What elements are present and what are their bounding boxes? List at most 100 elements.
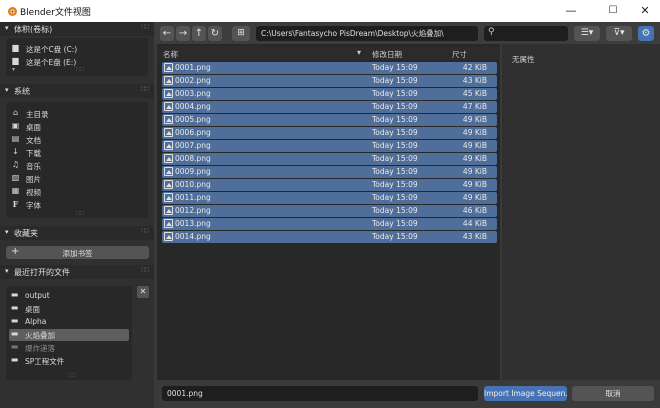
file-name: 0001.png	[175, 63, 211, 72]
file-row[interactable]: 0007.png Today 15:09 49 KiB	[162, 140, 497, 152]
image-file-icon	[164, 232, 173, 241]
recent-item-missing[interactable]: ▬ 爆炸递落	[9, 342, 129, 354]
search-icon: ⚲	[488, 27, 495, 37]
sidebar: ▾ 体积(卷标) ∷∷ ▆ 这是个C盘 (C:) ▆ 这是个E盘 (E:) ▾ ∷∷…	[0, 22, 154, 408]
folder-icon: ▬	[10, 355, 19, 364]
file-name: 0008.png	[175, 154, 211, 163]
forward-button[interactable]: →	[176, 26, 190, 41]
system-item-label: 下载	[26, 149, 41, 158]
filename-input[interactable]: 0001.png	[162, 386, 478, 401]
file-size: 45 KiB	[462, 89, 487, 98]
cancel-button[interactable]: 取消	[572, 386, 654, 401]
back-button[interactable]: ←	[160, 26, 174, 41]
recent-item[interactable]: ▬ output	[9, 290, 129, 302]
file-date: Today 15:09	[372, 63, 418, 72]
add-bookmark-button[interactable]: + 添加书签	[6, 246, 149, 259]
filter-dropdown[interactable]: ⊽▾	[606, 26, 632, 41]
column-header: 名称 ▾ 修改日期 尺寸	[157, 46, 500, 60]
file-date: Today 15:09	[372, 128, 418, 137]
system-list: ⌂ 主目录 ▣ 桌面 ▤ 文档 ↓ 下载 ♫ 音乐 ▧ 图片 ▦ 视频 F 字体 ∷∷	[6, 102, 148, 218]
recent-item[interactable]: ▬ SP工程文件	[9, 355, 129, 367]
folder-icon: ▬	[10, 316, 19, 325]
file-row[interactable]: 0004.png Today 15:09 47 KiB	[162, 101, 497, 113]
folder-icon: ▬	[10, 342, 19, 351]
file-row[interactable]: 0014.png Today 15:09 43 KiB	[162, 231, 497, 243]
system-panel-header[interactable]: ▾ 系统 ∷∷	[0, 84, 154, 98]
file-row[interactable]: 0012.png Today 15:09 46 KiB	[162, 205, 497, 217]
remove-recent-button[interactable]: ✕	[137, 286, 149, 298]
file-name: 0014.png	[175, 232, 211, 241]
recent-item-selected[interactable]: ▬ 火焰叠加	[9, 329, 129, 341]
file-row[interactable]: 0006.png Today 15:09 49 KiB	[162, 127, 497, 139]
drag-grip-icon[interactable]: ∷∷	[141, 85, 149, 93]
file-row[interactable]: 0009.png Today 15:09 49 KiB	[162, 166, 497, 178]
refresh-button[interactable]: ↻	[208, 26, 222, 41]
file-size: 49 KiB	[462, 193, 487, 202]
recent-item[interactable]: ▬ Alpha	[9, 316, 129, 328]
bookmarks-panel-header[interactable]: ▾ 收藏夹 ∷∷	[0, 226, 154, 240]
system-item-desktop[interactable]: ▣ 桌面	[10, 121, 126, 133]
settings-gear-icon[interactable]: ⚙	[638, 26, 654, 41]
system-item-label: 桌面	[26, 123, 41, 132]
file-row[interactable]: 0002.png Today 15:09 43 KiB	[162, 75, 497, 87]
volumes-panel-header[interactable]: ▾ 体积(卷标) ∷∷	[0, 22, 154, 36]
file-size: 49 KiB	[462, 154, 487, 163]
file-row[interactable]: 0011.png Today 15:09 49 KiB	[162, 192, 497, 204]
display-mode-dropdown[interactable]: ☰▾	[574, 26, 600, 41]
recent-panel-header[interactable]: ▾ 最近打开的文件 ∷∷	[0, 265, 154, 279]
file-row[interactable]: 0001.png Today 15:09 42 KiB	[162, 62, 497, 74]
import-image-sequence-button[interactable]: Import Image Sequen...	[484, 386, 567, 401]
image-file-icon	[164, 154, 173, 163]
search-input[interactable]: ⚲	[484, 26, 568, 41]
column-name[interactable]: 名称	[163, 49, 178, 60]
image-file-icon	[164, 89, 173, 98]
drag-grip-icon[interactable]: ∷∷	[141, 227, 149, 235]
file-row[interactable]: 0008.png Today 15:09 49 KiB	[162, 153, 497, 165]
drag-grip-icon[interactable]: ∷∷	[141, 23, 149, 31]
system-item-fonts[interactable]: F 字体	[10, 199, 126, 211]
system-item-music[interactable]: ♫ 音乐	[10, 160, 126, 172]
resize-grip-icon[interactable]: ∷∷	[68, 372, 76, 379]
path-field[interactable]: C:\Users\Fantasycho PisDream\Desktop\火焰叠…	[256, 26, 478, 41]
close-button[interactable]: ✕	[630, 0, 660, 22]
expand-arrow-icon[interactable]: ▾	[12, 66, 15, 73]
file-row[interactable]: 0003.png Today 15:09 45 KiB	[162, 88, 497, 100]
file-date: Today 15:09	[372, 219, 418, 228]
system-item-pictures[interactable]: ▧ 图片	[10, 173, 126, 185]
column-size[interactable]: 尺寸	[452, 49, 467, 60]
folder-icon: ▬	[10, 329, 19, 338]
system-item-videos[interactable]: ▦ 视频	[10, 186, 126, 198]
minimize-button[interactable]: —	[556, 0, 586, 22]
image-file-icon	[164, 102, 173, 111]
sort-arrow-icon[interactable]: ▾	[357, 48, 361, 57]
file-row[interactable]: 0013.png Today 15:09 44 KiB	[162, 218, 497, 230]
title-bar: Blender文件视图 — ☐ ✕	[0, 0, 660, 22]
image-file-icon	[164, 63, 173, 72]
maximize-button[interactable]: ☐	[598, 0, 628, 22]
volume-label: 这是个C盘 (C:)	[26, 45, 78, 54]
file-size: 46 KiB	[462, 206, 487, 215]
volume-item-c[interactable]: ▆ 这是个C盘 (C:)	[10, 43, 126, 55]
file-name: 0013.png	[175, 219, 211, 228]
system-item-home[interactable]: ⌂ 主目录	[10, 108, 126, 120]
add-bookmark-label: 添加书签	[62, 249, 93, 258]
column-date[interactable]: 修改日期	[372, 49, 402, 60]
file-date: Today 15:09	[372, 76, 418, 85]
file-name: 0005.png	[175, 115, 211, 124]
system-item-documents[interactable]: ▤ 文档	[10, 134, 126, 146]
file-row[interactable]: 0005.png Today 15:09 49 KiB	[162, 114, 497, 126]
chevron-down-icon: ▾	[5, 228, 9, 236]
file-name: 0011.png	[175, 193, 211, 202]
new-folder-button[interactable]: ⊞	[232, 26, 250, 41]
file-row[interactable]: 0010.png Today 15:09 49 KiB	[162, 179, 497, 191]
recent-item[interactable]: ▬ 桌面	[9, 303, 129, 315]
image-icon: ▧	[11, 173, 20, 182]
folder-icon: ▬	[10, 303, 19, 312]
drag-grip-icon[interactable]: ∷∷	[141, 266, 149, 274]
resize-grip-icon[interactable]: ∷∷	[76, 66, 84, 73]
resize-grip-icon[interactable]: ∷∷	[76, 210, 84, 217]
volume-item-e[interactable]: ▆ 这是个E盘 (E:)	[10, 56, 126, 68]
music-icon: ♫	[11, 160, 20, 169]
system-item-downloads[interactable]: ↓ 下载	[10, 147, 126, 159]
parent-directory-button[interactable]: ↑	[192, 26, 206, 41]
